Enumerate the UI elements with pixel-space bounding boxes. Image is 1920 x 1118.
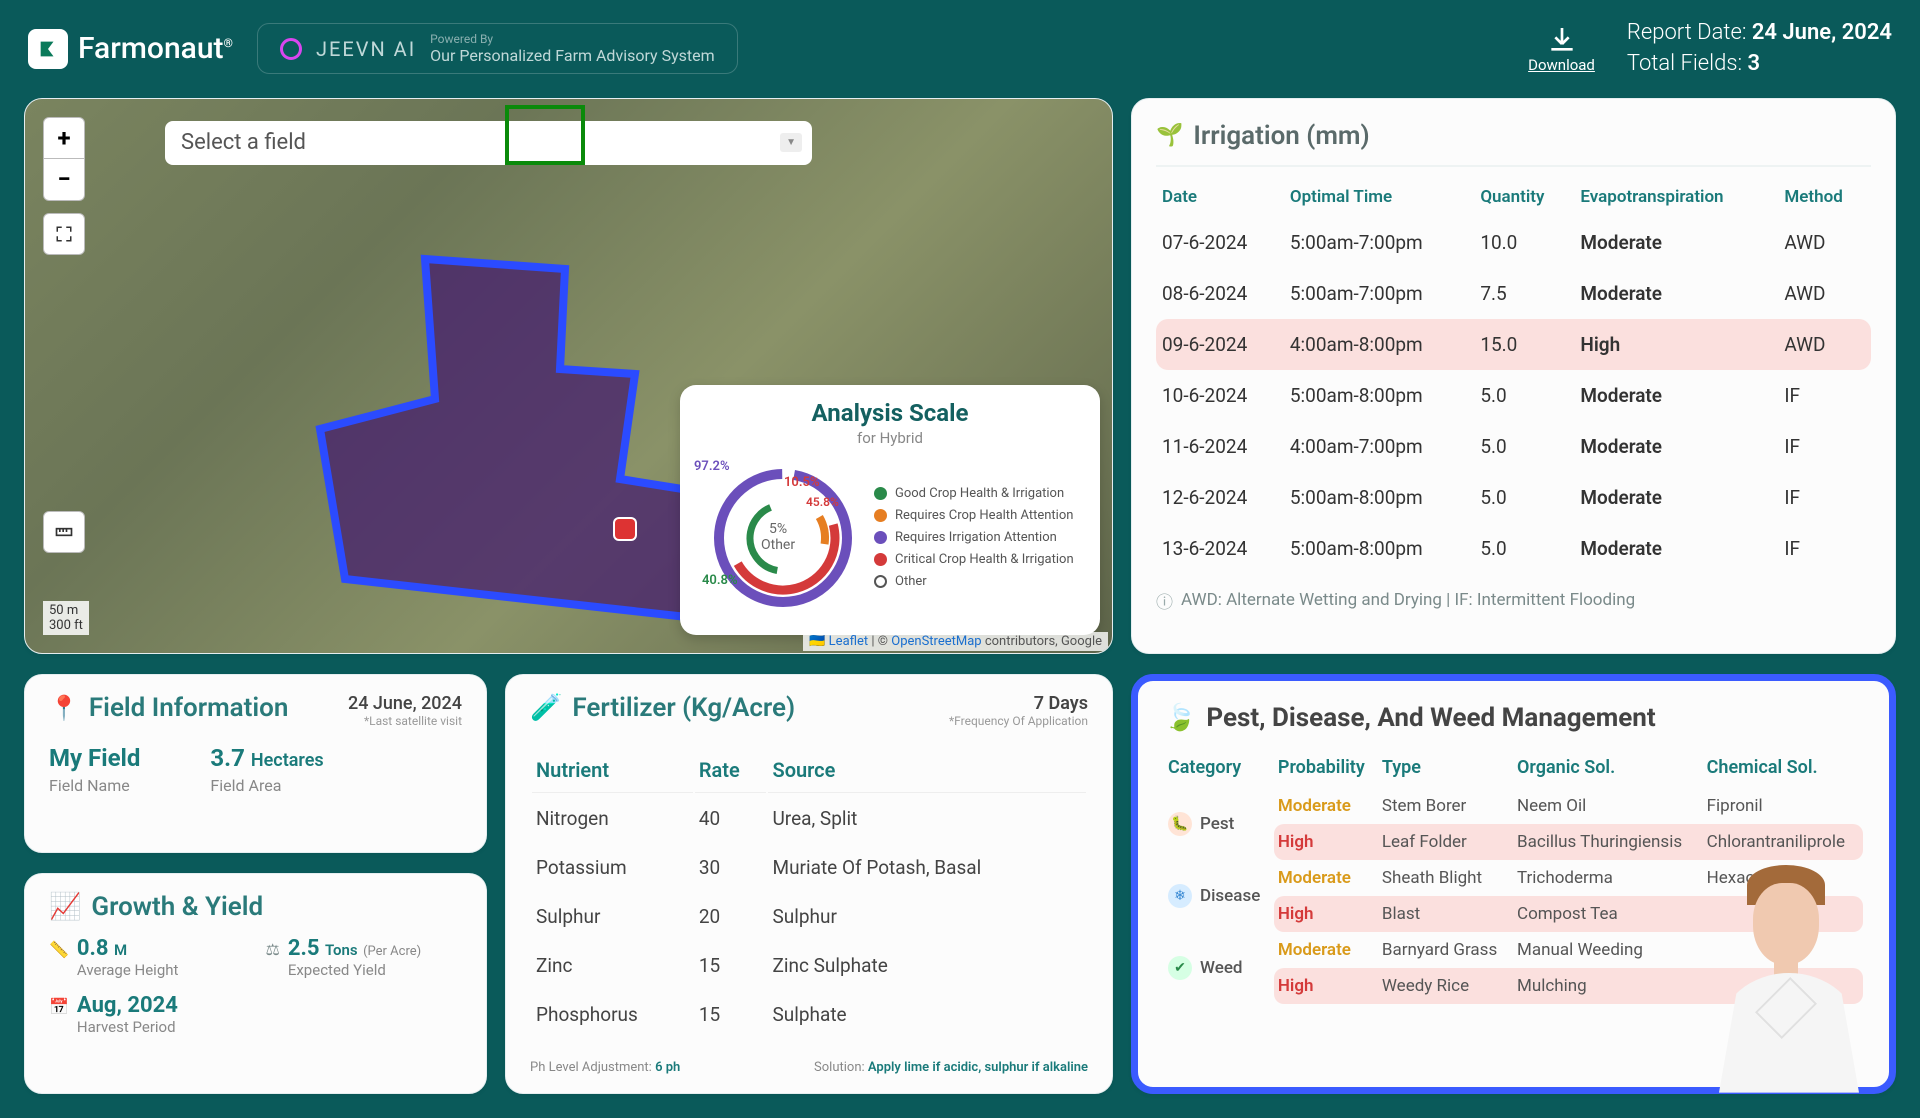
leaf-icon: 🍃 bbox=[1164, 703, 1196, 733]
jeevn-subtitle: Our Personalized Farm Advisory System bbox=[430, 46, 714, 65]
measure-button[interactable] bbox=[43, 511, 85, 553]
pest-table: Category Probability Type Organic Sol. C… bbox=[1164, 747, 1863, 1004]
aux-field-outline bbox=[505, 105, 585, 165]
jeevn-powered-by: Powered By bbox=[430, 32, 714, 46]
download-button[interactable]: Download bbox=[1528, 24, 1595, 74]
irrigation-table: Date Optimal Time Quantity Evapotranspir… bbox=[1156, 177, 1871, 574]
report-meta: Report Date: 24 June, 2024 Total Fields:… bbox=[1627, 18, 1892, 80]
irrigation-row: 08-6-20245:00am-7:00pm7.5ModerateAWD bbox=[1156, 268, 1871, 319]
fertilizer-table: NutrientRateSource Nitrogen40Urea, Split… bbox=[530, 746, 1088, 1040]
app-header: Farmonaut® JEEVN AI Powered By Our Perso… bbox=[0, 0, 1920, 98]
fertilizer-row: Phosphorus15Sulphate bbox=[532, 991, 1086, 1038]
zoom-in-button[interactable]: + bbox=[43, 117, 85, 159]
irrigation-row: 07-6-20245:00am-7:00pm10.0ModerateAWD bbox=[1156, 217, 1871, 268]
fertilizer-card: 🧪Fertilizer (Kg/Acre) 7 Days*Frequency O… bbox=[505, 674, 1113, 1094]
irrigation-row: 13-6-20245:00am-8:00pm5.0ModerateIF bbox=[1156, 523, 1871, 574]
irrigation-card: 🌱 Irrigation (mm) Date Optimal Time Quan… bbox=[1131, 98, 1896, 654]
brand-mark-icon bbox=[28, 29, 68, 69]
fertilizer-row: Zinc15Zinc Sulphate bbox=[532, 942, 1086, 989]
calendar-icon: 📅 bbox=[49, 997, 69, 1016]
irrigation-row: 09-6-20244:00am-8:00pm15.0HighAWD bbox=[1156, 319, 1871, 370]
irrigation-footnote: AWD: Alternate Wetting and Drying | IF: … bbox=[1156, 588, 1871, 613]
pest-row: ❄DiseaseModerateSheath BlightTrichoderma… bbox=[1164, 860, 1863, 896]
zoom-out-button[interactable]: − bbox=[43, 159, 85, 201]
irrigation-title: Irrigation (mm) bbox=[1193, 121, 1369, 151]
field-info-card: 📍Field Information 24 June, 2024*Last sa… bbox=[24, 674, 487, 853]
analysis-legend: Good Crop Health & IrrigationRequires Cr… bbox=[874, 479, 1082, 596]
brand-name: Farmonaut® bbox=[78, 31, 233, 66]
location-pin-icon: 📍 bbox=[49, 694, 79, 722]
jeevn-label: JEEVN AI bbox=[316, 37, 416, 61]
map-panel[interactable]: + − Select a field Analysis Scale for Hy… bbox=[24, 98, 1113, 654]
pest-row: 🐛PestModerateStem BorerNeem OilFipronil bbox=[1164, 788, 1863, 824]
pest-management-card: 🍃Pest, Disease, And Weed Management Cate… bbox=[1131, 674, 1896, 1094]
irrigation-icon: 🌱 bbox=[1156, 123, 1183, 148]
irrigation-row: 12-6-20245:00am-8:00pm5.0ModerateIF bbox=[1156, 472, 1871, 523]
brand-logo: Farmonaut® bbox=[28, 29, 233, 69]
irrigation-row: 10-6-20245:00am-8:00pm5.0ModerateIF bbox=[1156, 370, 1871, 421]
analysis-donut-chart: 97.2% 10.5% 45.8% 40.8% 5%Other bbox=[698, 453, 868, 623]
analysis-subtitle: for Hybrid bbox=[698, 429, 1082, 447]
jeevn-icon bbox=[280, 38, 302, 60]
yield-icon: ⚖ bbox=[266, 940, 280, 959]
irrigation-row: 11-6-20244:00am-7:00pm5.0ModerateIF bbox=[1156, 421, 1871, 472]
fertilizer-row: Potassium30Muriate Of Potash, Basal bbox=[532, 844, 1086, 891]
field-select-dropdown[interactable]: Select a field bbox=[165, 121, 812, 165]
jeevn-badge: JEEVN AI Powered By Our Personalized Far… bbox=[257, 23, 738, 74]
download-icon bbox=[1546, 24, 1578, 56]
analysis-title: Analysis Scale bbox=[698, 399, 1082, 427]
map-scale-bar: 50 m300 ft bbox=[43, 601, 89, 635]
map-marker-icon[interactable] bbox=[615, 519, 635, 539]
fertilizer-row: Nitrogen40Urea, Split bbox=[532, 795, 1086, 842]
pest-row: ✔WeedModerateBarnyard GrassManual Weedin… bbox=[1164, 932, 1863, 968]
ruler-icon: 📏 bbox=[49, 940, 69, 959]
analysis-scale-card: Analysis Scale for Hybrid 97.2% 10.5% 45… bbox=[680, 385, 1100, 635]
fullscreen-button[interactable] bbox=[43, 213, 85, 255]
flask-icon: 🧪 bbox=[530, 693, 562, 723]
growth-yield-card: 📈Growth & Yield 📏0.8 MAverage Height ⚖2.… bbox=[24, 873, 487, 1094]
fertilizer-row: Sulphur20Sulphur bbox=[532, 893, 1086, 940]
growth-icon: 📈 bbox=[49, 892, 81, 922]
map-attribution: 🇺🇦 Leaflet | © OpenStreetMap contributor… bbox=[803, 632, 1108, 651]
